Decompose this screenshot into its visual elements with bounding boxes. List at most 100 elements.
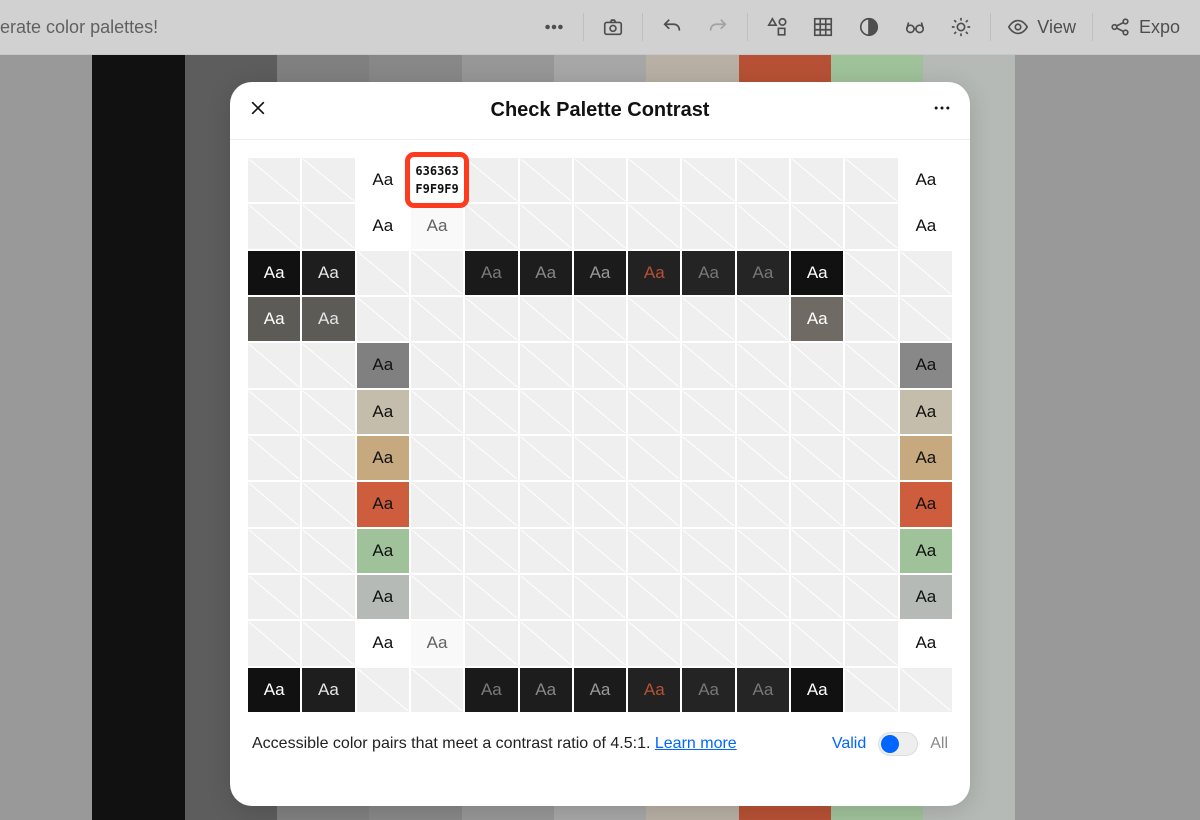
contrast-cell[interactable]: Aa: [411, 621, 463, 665]
glasses-icon[interactable]: [892, 4, 938, 50]
contrast-grid-wrap: AaAaAaAaAaAaAaAaAaAaAaAaAaAaAaAaAaAaAaAa…: [230, 140, 970, 720]
contrast-cell[interactable]: Aa: [357, 621, 409, 665]
contrast-cell[interactable]: Aa: [302, 251, 354, 295]
validity-toggle[interactable]: Valid All: [832, 732, 948, 756]
learn-more-link[interactable]: Learn more: [655, 735, 737, 752]
aa-sample: Aa: [372, 494, 393, 514]
contrast-cell[interactable]: Aa: [900, 575, 952, 619]
camera-icon[interactable]: [590, 4, 636, 50]
contrast-cell: [465, 436, 517, 480]
contrast-cell[interactable]: Aa: [737, 251, 789, 295]
contrast-cell[interactable]: Aa: [465, 668, 517, 712]
contrast-cell[interactable]: Aa: [900, 390, 952, 434]
contrast-cell: [628, 436, 680, 480]
contrast-cell[interactable]: Aa: [682, 668, 734, 712]
contrast-cell[interactable]: Aa: [900, 482, 952, 526]
contrast-cell: [520, 158, 572, 202]
contrast-cell: [628, 621, 680, 665]
contrast-icon[interactable]: [846, 4, 892, 50]
contrast-cell[interactable]: Aa: [357, 204, 409, 248]
contrast-cell: [682, 297, 734, 341]
contrast-cell: [845, 251, 897, 295]
contrast-cell: [411, 251, 463, 295]
brightness-icon[interactable]: [938, 4, 984, 50]
contrast-cell: [302, 529, 354, 573]
contrast-cell[interactable]: Aa: [900, 158, 952, 202]
close-button[interactable]: [248, 98, 268, 123]
contrast-cell[interactable]: Aa: [628, 668, 680, 712]
aa-sample: Aa: [915, 216, 936, 236]
contrast-cell[interactable]: Aa: [520, 668, 572, 712]
contrast-cell[interactable]: Aa: [411, 158, 463, 202]
contrast-cell[interactable]: Aa: [520, 251, 572, 295]
contrast-cell: [628, 482, 680, 526]
contrast-cell[interactable]: Aa: [574, 668, 626, 712]
shapes-icon[interactable]: [754, 4, 800, 50]
contrast-cell: [737, 575, 789, 619]
contrast-cell[interactable]: Aa: [682, 251, 734, 295]
view-label: View: [1037, 17, 1076, 38]
contrast-cell[interactable]: Aa: [737, 668, 789, 712]
contrast-cell[interactable]: Aa: [791, 297, 843, 341]
aa-sample: Aa: [644, 263, 665, 283]
contrast-cell: [357, 668, 409, 712]
contrast-cell[interactable]: Aa: [248, 668, 300, 712]
contrast-cell[interactable]: Aa: [900, 436, 952, 480]
contrast-cell[interactable]: Aa: [357, 390, 409, 434]
contrast-cell: [248, 621, 300, 665]
export-button[interactable]: Expo: [1099, 16, 1190, 38]
contrast-cell: [845, 297, 897, 341]
undo-icon[interactable]: [649, 4, 695, 50]
modal-header: Check Palette Contrast: [230, 82, 970, 140]
contrast-cell: [411, 343, 463, 387]
toggle-switch[interactable]: [878, 732, 918, 756]
contrast-cell[interactable]: Aa: [900, 204, 952, 248]
contrast-cell[interactable]: Aa: [628, 251, 680, 295]
aa-sample: Aa: [318, 680, 339, 700]
contrast-cell: [574, 390, 626, 434]
contrast-cell[interactable]: Aa: [302, 297, 354, 341]
contrast-cell[interactable]: Aa: [357, 436, 409, 480]
grid-icon[interactable]: [800, 4, 846, 50]
contrast-cell[interactable]: Aa: [357, 482, 409, 526]
contrast-cell[interactable]: Aa: [791, 668, 843, 712]
modal-more-button[interactable]: [932, 98, 952, 123]
contrast-cell: [248, 343, 300, 387]
view-button[interactable]: View: [997, 16, 1086, 38]
contrast-cell: [845, 482, 897, 526]
aa-sample: Aa: [264, 680, 285, 700]
all-label: All: [930, 735, 948, 753]
contrast-cell[interactable]: Aa: [411, 204, 463, 248]
contrast-cell: [465, 297, 517, 341]
more-icon[interactable]: [531, 4, 577, 50]
contrast-cell[interactable]: Aa: [574, 251, 626, 295]
contrast-cell[interactable]: Aa: [357, 529, 409, 573]
contrast-cell[interactable]: Aa: [465, 251, 517, 295]
contrast-cell: [574, 297, 626, 341]
contrast-cell: [900, 668, 952, 712]
contrast-cell[interactable]: Aa: [900, 529, 952, 573]
contrast-cell[interactable]: Aa: [248, 251, 300, 295]
contrast-cell[interactable]: Aa: [791, 251, 843, 295]
contrast-cell[interactable]: Aa: [357, 158, 409, 202]
aa-sample: Aa: [372, 216, 393, 236]
contrast-cell[interactable]: Aa: [248, 297, 300, 341]
contrast-cell[interactable]: Aa: [302, 668, 354, 712]
aa-sample: Aa: [915, 541, 936, 561]
contrast-cell[interactable]: Aa: [900, 621, 952, 665]
contrast-cell[interactable]: Aa: [900, 343, 952, 387]
palette-stripe: [92, 55, 184, 820]
contrast-cell[interactable]: Aa: [357, 575, 409, 619]
aa-sample: Aa: [915, 355, 936, 375]
contrast-cell[interactable]: Aa: [357, 343, 409, 387]
aa-sample: Aa: [535, 680, 556, 700]
contrast-cell: [411, 436, 463, 480]
aa-sample: Aa: [535, 263, 556, 283]
contrast-cell: [574, 621, 626, 665]
redo-icon[interactable]: [695, 4, 741, 50]
contrast-cell: [465, 204, 517, 248]
modal-footer: Accessible color pairs that meet a contr…: [230, 720, 970, 774]
aa-sample: Aa: [753, 680, 774, 700]
toolbar: enerate color palettes!: [0, 0, 1200, 55]
aa-sample: Aa: [590, 263, 611, 283]
